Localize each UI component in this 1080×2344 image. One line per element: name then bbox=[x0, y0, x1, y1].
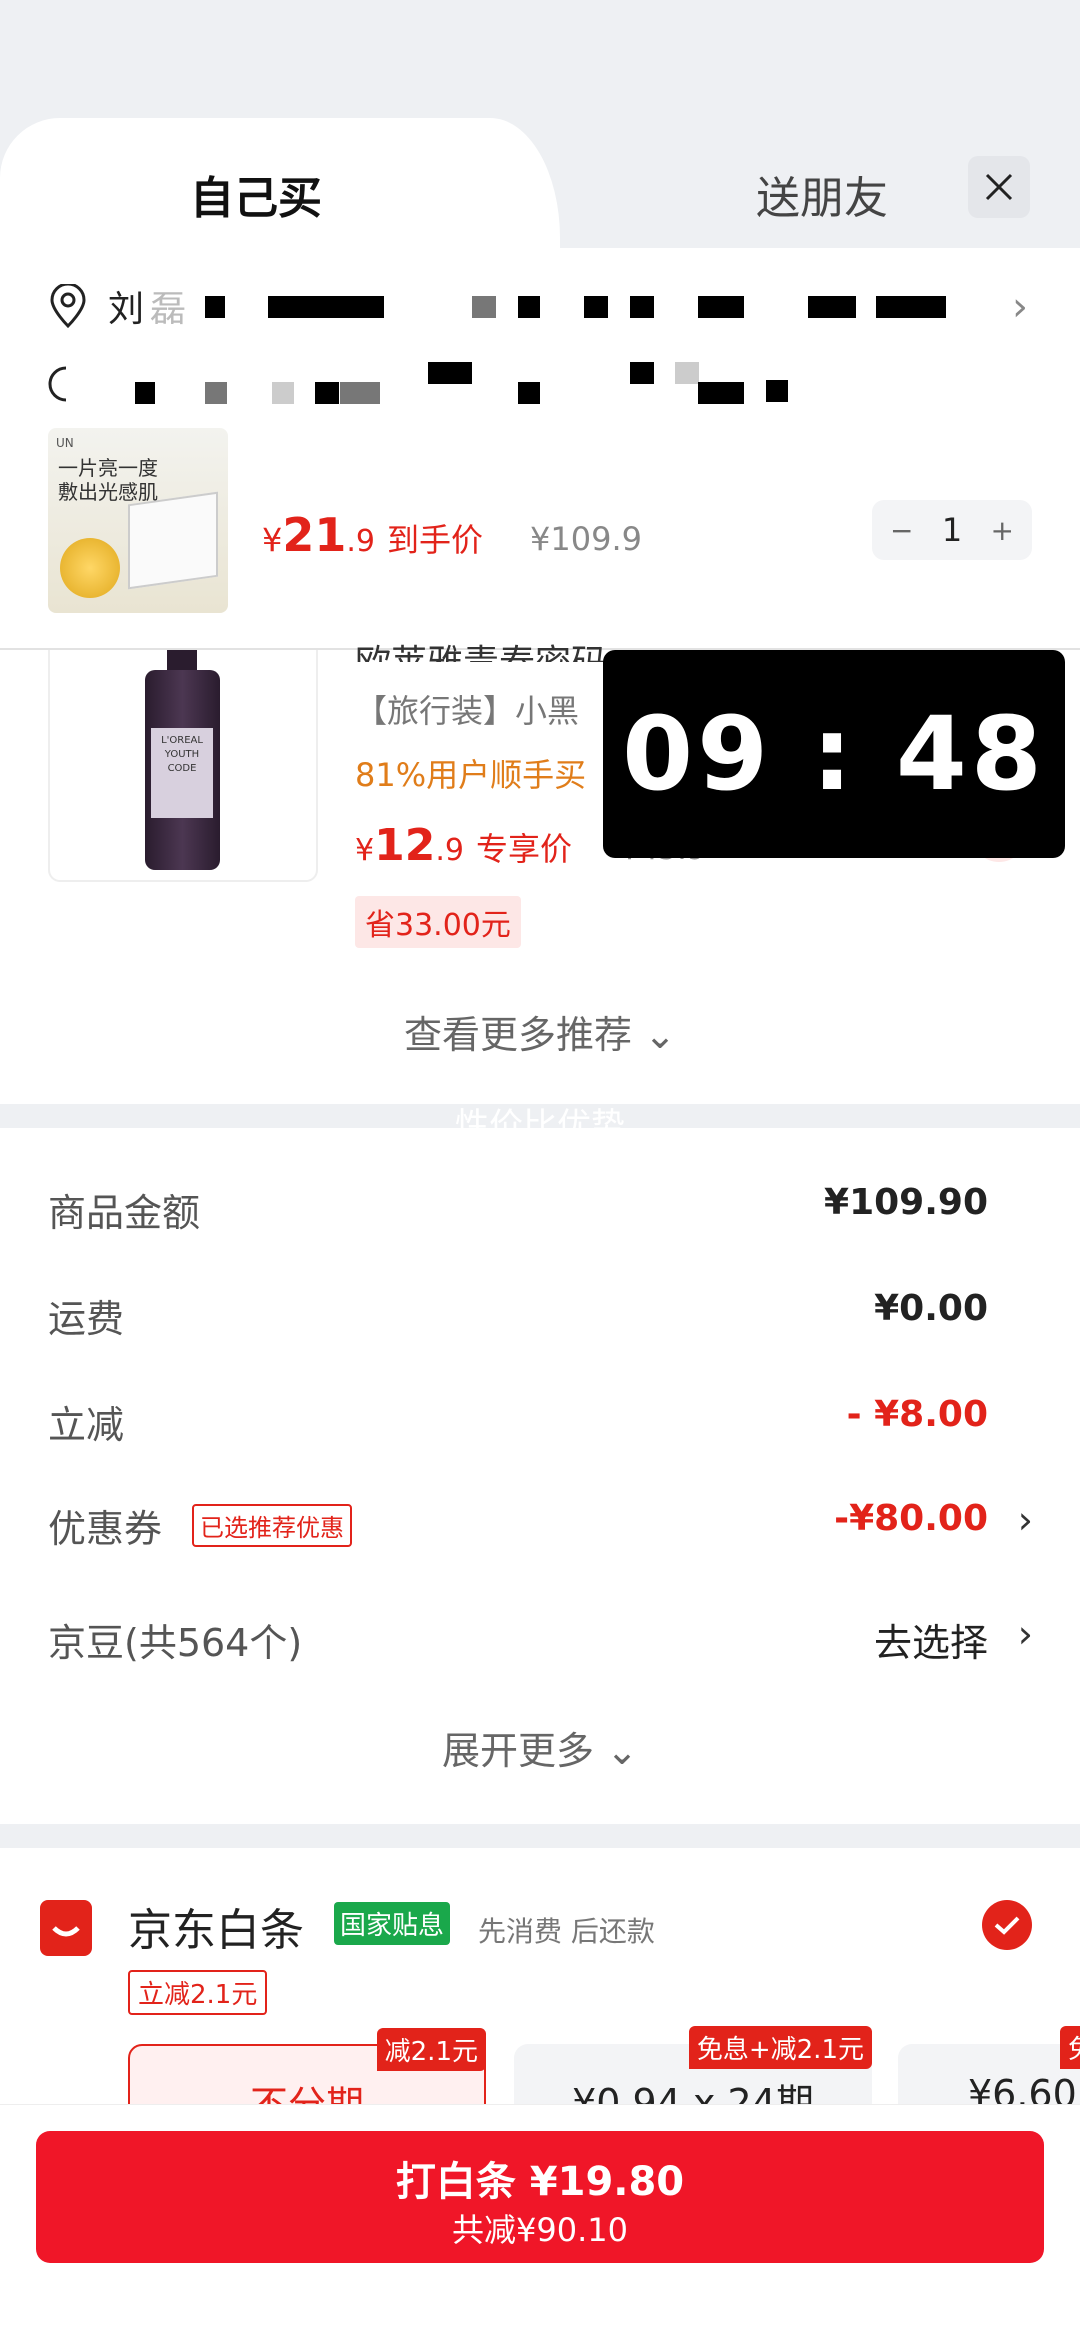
redacted-block bbox=[205, 296, 225, 318]
plan-24-installments[interactable]: 免息+减2.1元 ¥0.94 x 24期 bbox=[514, 2026, 872, 2104]
tab-bar: 自己买 送朋友 bbox=[0, 118, 1080, 258]
redacted-block bbox=[698, 382, 744, 404]
plan-badge: 免 bbox=[1060, 2026, 1080, 2069]
plan-badge: 免息+减2.1元 bbox=[688, 2026, 872, 2069]
redacted-block bbox=[340, 382, 380, 404]
baitiao-section: 京东白条 国家贴息 先消费 后还款 立减2.1元 减2.1元 不分期 免息+减2… bbox=[0, 1848, 1080, 2104]
phone-row bbox=[0, 358, 1080, 418]
redacted-block bbox=[472, 296, 496, 318]
recommend-title: 欧莱雅青春密码 bbox=[355, 634, 607, 662]
pay-button-savings: 共减¥90.10 bbox=[452, 2211, 628, 2249]
address-row[interactable]: 刘 磊 › bbox=[0, 270, 1080, 340]
redacted-block bbox=[766, 380, 788, 402]
baitiao-title: 京东白条 bbox=[128, 1905, 304, 1956]
redacted-block bbox=[518, 382, 540, 404]
recommend-product-image[interactable]: L'OREAL YOUTH CODE bbox=[48, 650, 318, 882]
recommend-price: ¥12.9 专享价 bbox=[355, 820, 572, 871]
product-box-art bbox=[128, 491, 218, 590]
baitiao-logo-icon bbox=[40, 1900, 92, 1956]
plan-no-installment[interactable]: 减2.1元 不分期 bbox=[128, 2028, 486, 2104]
redacted-block bbox=[268, 296, 384, 318]
redacted-block bbox=[135, 382, 155, 404]
redacted-block bbox=[675, 362, 699, 384]
close-button[interactable] bbox=[968, 156, 1030, 218]
recommend-desc: 【旅行装】小黑 bbox=[355, 692, 580, 730]
product-brand: UN bbox=[56, 436, 74, 450]
redacted-block bbox=[428, 362, 472, 384]
product-image-text: 一片亮一度 敷出光感肌 bbox=[58, 456, 158, 504]
recipient-name-partial: 磊 bbox=[150, 289, 187, 330]
product-price: ¥21.9 到手价 bbox=[262, 508, 484, 562]
baitiao-discount-tag: 立减2.1元 bbox=[128, 1970, 268, 2015]
subsidy-tag: 国家贴息 bbox=[334, 1902, 451, 1945]
tab-self-buy[interactable]: 自己买 bbox=[190, 162, 322, 226]
chevron-right-icon: › bbox=[1012, 284, 1028, 330]
bottle-label-art: L'OREAL YOUTH CODE bbox=[151, 728, 213, 818]
redacted-block bbox=[630, 362, 654, 384]
chevron-right-icon: › bbox=[1017, 1498, 1033, 1542]
tab-send-friend[interactable]: 送朋友 bbox=[756, 162, 888, 226]
bottom-bar: 打白条 ¥19.80 共减¥90.10 bbox=[0, 2104, 1080, 2344]
pay-button[interactable]: 打白条 ¥19.80 共减¥90.10 bbox=[36, 2131, 1044, 2263]
recipient-name: 刘 bbox=[108, 289, 145, 330]
redacted-block bbox=[808, 296, 856, 318]
summary-row-jingdou[interactable]: 京豆(共564个) 去选择 › bbox=[48, 1612, 1033, 1672]
location-pin-icon bbox=[50, 284, 86, 328]
quantity-stepper: − 1 + bbox=[872, 500, 1032, 560]
redacted-block bbox=[272, 382, 294, 404]
product-original-price: ¥109.9 bbox=[530, 520, 642, 558]
summary-row-instant-discount: 立减 - ¥8.00 bbox=[48, 1394, 988, 1447]
checkmark-icon[interactable] bbox=[982, 1900, 1032, 1950]
plus-button[interactable]: + bbox=[991, 514, 1014, 547]
summary-row-coupon[interactable]: 优惠券 已选推荐优惠 -¥80.00 › bbox=[48, 1498, 1033, 1558]
plan-other[interactable]: 免 ¥6.60 bbox=[898, 2026, 1080, 2104]
price-summary: 商品金额 ¥109.90 运费 ¥0.00 立减 - ¥8.00 优惠券 已选推… bbox=[0, 1128, 1080, 1824]
countdown-timer: 09 : 48 bbox=[603, 650, 1065, 858]
redacted-block bbox=[518, 296, 540, 318]
product-image[interactable]: UN 一片亮一度 敷出光感肌 bbox=[48, 428, 228, 613]
redacted-block bbox=[698, 296, 744, 318]
summary-row-goods: 商品金额 ¥109.90 bbox=[48, 1182, 988, 1235]
baitiao-subtitle: 先消费 后还款 bbox=[478, 1915, 655, 1948]
redacted-block bbox=[876, 296, 946, 318]
plan-badge: 减2.1元 bbox=[376, 2028, 486, 2071]
product-gold-art bbox=[60, 538, 120, 598]
redacted-block bbox=[584, 296, 608, 318]
coupon-tag: 已选推荐优惠 bbox=[192, 1504, 352, 1547]
pay-button-label: 打白条 ¥19.80 bbox=[395, 2159, 685, 2205]
quantity-value[interactable]: 1 bbox=[942, 511, 962, 549]
recommend-rate: 81%用户顺手买 bbox=[355, 756, 587, 794]
minus-button[interactable]: − bbox=[890, 514, 913, 547]
chevron-right-icon: › bbox=[1017, 1612, 1033, 1656]
more-recommend-link[interactable]: 查看更多推荐 ⌄ bbox=[0, 1004, 1080, 1059]
summary-row-shipping: 运费 ¥0.00 bbox=[48, 1288, 988, 1341]
close-icon bbox=[985, 173, 1013, 201]
expand-more-link[interactable]: 展开更多 ⌄ bbox=[0, 1720, 1080, 1775]
redacted-block bbox=[205, 382, 227, 404]
redacted-block bbox=[315, 382, 339, 404]
redacted-block bbox=[630, 296, 654, 318]
recommend-save-badge: 省33.00元 bbox=[355, 896, 521, 948]
section-gap bbox=[0, 1824, 1080, 1848]
phone-icon bbox=[48, 366, 67, 402]
checkout-page: { "tabs": { "self": "自己买", "friend": "送朋… bbox=[0, 0, 1080, 2344]
